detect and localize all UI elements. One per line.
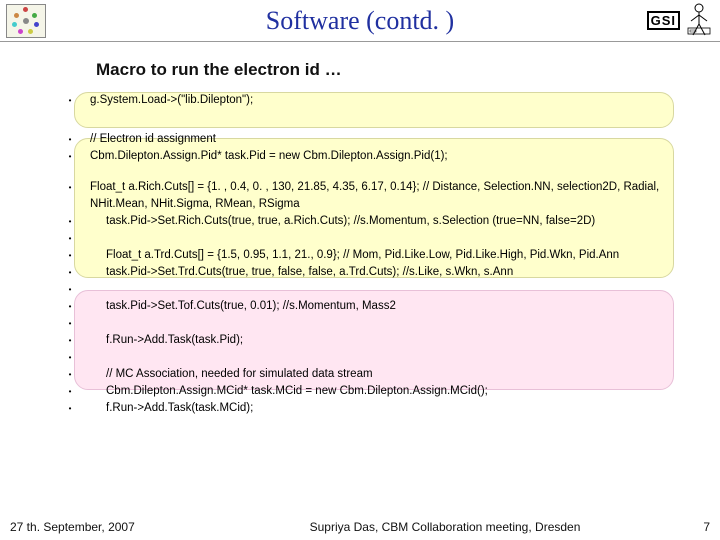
footer-date: 27 th. September, 2007 <box>10 520 210 534</box>
code-line: •// MC Association, needed for simulated… <box>50 366 700 383</box>
code-line: •Float_t a.Rich.Cuts[] = {1. , 0.4, 0. ,… <box>50 179 700 213</box>
slide-header: Software (contd. ) GSI <box>0 0 720 42</box>
slide-title: Software (contd. ) <box>0 0 720 36</box>
code-text: // MC Association, needed for simulated … <box>90 366 700 383</box>
gsi-logo-group: GSI <box>647 2 714 38</box>
code-line: •Cbm.Dilepton.Assign.MCid* task.MCid = n… <box>50 383 700 400</box>
cbm-ball-logo <box>6 4 46 38</box>
code-line: •task.Pid->Set.Trd.Cuts(true, true, fals… <box>50 264 700 281</box>
footer-page-number: 7 <box>680 520 710 534</box>
slide-footer: 27 th. September, 2007 Supriya Das, CBM … <box>0 520 720 534</box>
code-text: f.Run->Add.Task(task.Pid); <box>90 332 700 349</box>
code-line: •f.Run->Add.Task(task.MCid); <box>50 400 700 417</box>
code-text: task.Pid->Set.Rich.Cuts(true, true, a.Ri… <box>90 213 700 230</box>
code-line: •task.Pid->Set.Rich.Cuts(true, true, a.R… <box>50 213 700 230</box>
code-line: •Cbm.Dilepton.Assign.Pid* task.Pid = new… <box>50 148 700 165</box>
code-line: • <box>50 230 700 247</box>
cbm-figure-icon <box>684 2 714 38</box>
code-text: Cbm.Dilepton.Assign.MCid* task.MCid = ne… <box>90 383 700 400</box>
code-text: // Electron id assignment <box>90 131 700 148</box>
code-line: • <box>50 281 700 298</box>
code-text: Float_t a.Trd.Cuts[] = {1.5, 0.95, 1.1, … <box>90 247 700 264</box>
code-text: Cbm.Dilepton.Assign.Pid* task.Pid = new … <box>90 148 700 165</box>
code-text: Float_t a.Rich.Cuts[] = {1. , 0.4, 0. , … <box>90 179 700 213</box>
code-text: g.System.Load->("lib.Dilepton"); <box>90 92 700 109</box>
code-content: •g.System.Load->("lib.Dilepton"); •// El… <box>0 92 720 417</box>
code-line: •// Electron id assignment <box>50 131 700 148</box>
code-line: •f.Run->Add.Task(task.Pid); <box>50 332 700 349</box>
code-line: • <box>50 315 700 332</box>
slide-subtitle: Macro to run the electron id … <box>96 60 720 80</box>
code-line: •Float_t a.Trd.Cuts[] = {1.5, 0.95, 1.1,… <box>50 247 700 264</box>
code-text: task.Pid->Set.Tof.Cuts(true, 0.01); //s.… <box>90 298 700 315</box>
code-line: •task.Pid->Set.Tof.Cuts(true, 0.01); //s… <box>50 298 700 315</box>
spacer <box>50 109 700 131</box>
spacer <box>50 165 700 179</box>
code-line: • <box>50 349 700 366</box>
code-text: f.Run->Add.Task(task.MCid); <box>90 400 700 417</box>
code-text: task.Pid->Set.Trd.Cuts(true, true, false… <box>90 264 700 281</box>
gsi-logo: GSI <box>647 11 680 30</box>
footer-center: Supriya Das, CBM Collaboration meeting, … <box>210 520 680 534</box>
code-line: •g.System.Load->("lib.Dilepton"); <box>50 92 700 109</box>
